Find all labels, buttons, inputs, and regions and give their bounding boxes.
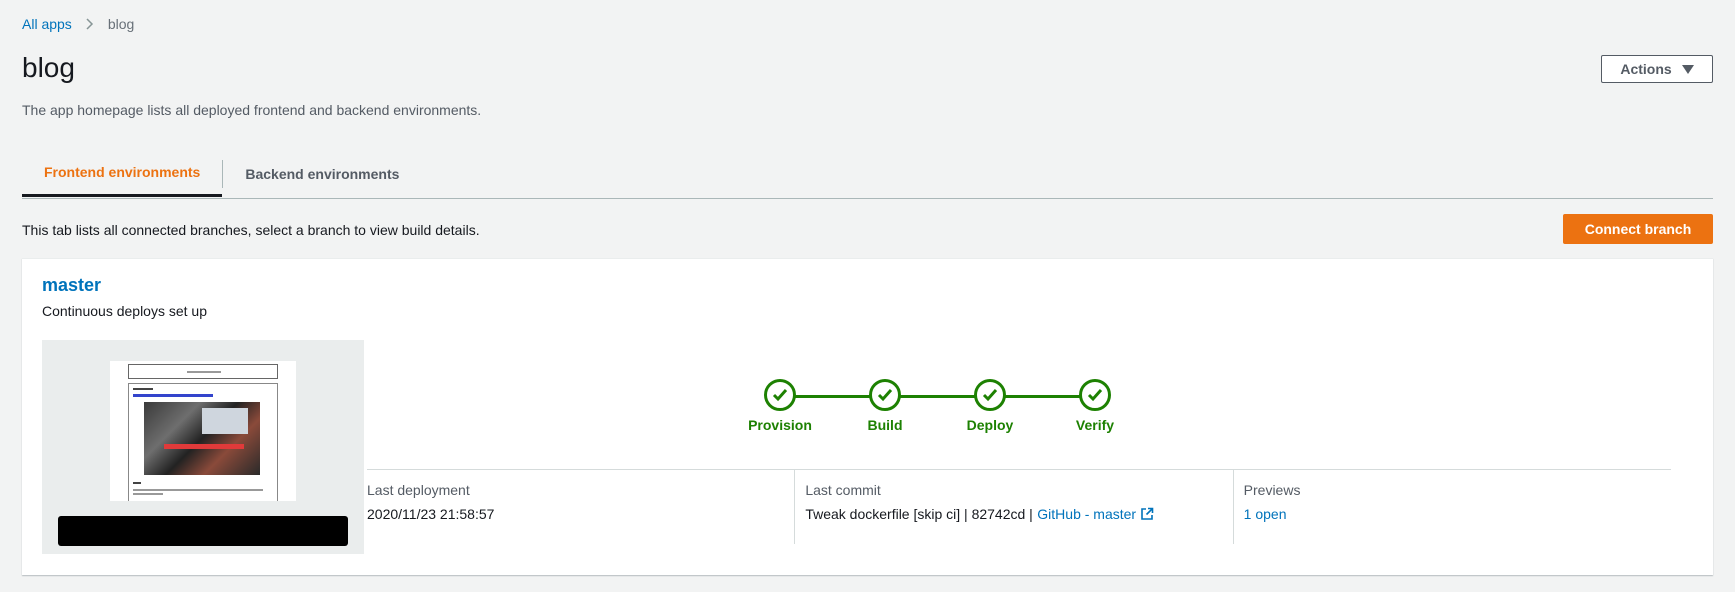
caret-down-icon — [1681, 64, 1694, 74]
deployment-pipeline: Provision Build Deploy Verify — [742, 379, 1162, 439]
step-label: Provision — [748, 417, 812, 433]
last-commit-message: Tweak dockerfile [skip ci] | 82742cd | — [805, 506, 1033, 522]
step-label: Build — [867, 417, 903, 433]
branch-info-row: Last deployment 2020/11/23 21:58:57 Last… — [367, 469, 1671, 544]
branch-subtitle: Continuous deploys set up — [42, 303, 207, 319]
tab-description: This tab lists all connected branches, s… — [22, 222, 480, 238]
chevron-right-icon — [86, 18, 94, 30]
check-circle-icon — [1079, 379, 1111, 411]
previews-label: Previews — [1243, 482, 1301, 498]
step-build: Build — [835, 379, 935, 433]
breadcrumb-current: blog — [107, 16, 135, 32]
page-title: blog — [22, 52, 75, 83]
github-link-label: GitHub - master — [1037, 506, 1137, 522]
breadcrumb-all-apps-link[interactable]: All apps — [22, 16, 72, 32]
check-circle-icon — [764, 379, 796, 411]
last-commit-label: Last commit — [805, 482, 881, 498]
step-label: Verify — [1075, 417, 1115, 433]
github-master-link[interactable]: GitHub - master — [1037, 506, 1154, 522]
step-label: Deploy — [966, 417, 1014, 433]
redacted-domain-bar — [58, 516, 348, 546]
step-provision: Provision — [730, 379, 830, 433]
last-deployment: Last deployment 2020/11/23 21:58:57 — [367, 470, 794, 544]
previews-open-link[interactable]: 1 open — [1244, 506, 1287, 522]
check-circle-icon — [974, 379, 1006, 411]
external-link-icon — [1140, 507, 1154, 524]
actions-label: Actions — [1620, 61, 1672, 77]
step-verify: Verify — [1045, 379, 1145, 433]
last-commit: Last commit Tweak dockerfile [skip ci] |… — [794, 470, 1232, 544]
branch-name-link[interactable]: master — [42, 275, 101, 296]
branch-card: master Continuous deploys set up Provisi… — [22, 258, 1713, 575]
last-deployment-value: 2020/11/23 21:58:57 — [367, 506, 495, 522]
tab-frontend-environments[interactable]: Frontend environments — [22, 150, 223, 197]
check-circle-icon — [869, 379, 901, 411]
connect-branch-button[interactable]: Connect branch — [1563, 214, 1713, 244]
step-deploy: Deploy — [940, 379, 1040, 433]
tab-backend-environments[interactable]: Backend environments — [223, 150, 421, 198]
environment-tabs: Frontend environments Backend environmen… — [22, 150, 1713, 199]
site-preview-image — [110, 361, 296, 501]
branch-screenshot-thumbnail[interactable] — [42, 340, 364, 554]
page-description: The app homepage lists all deployed fron… — [22, 102, 482, 118]
actions-button[interactable]: Actions — [1601, 55, 1713, 83]
breadcrumb: All apps blog — [22, 16, 134, 32]
last-deployment-label: Last deployment — [367, 482, 470, 498]
previews: Previews 1 open — [1232, 470, 1671, 544]
